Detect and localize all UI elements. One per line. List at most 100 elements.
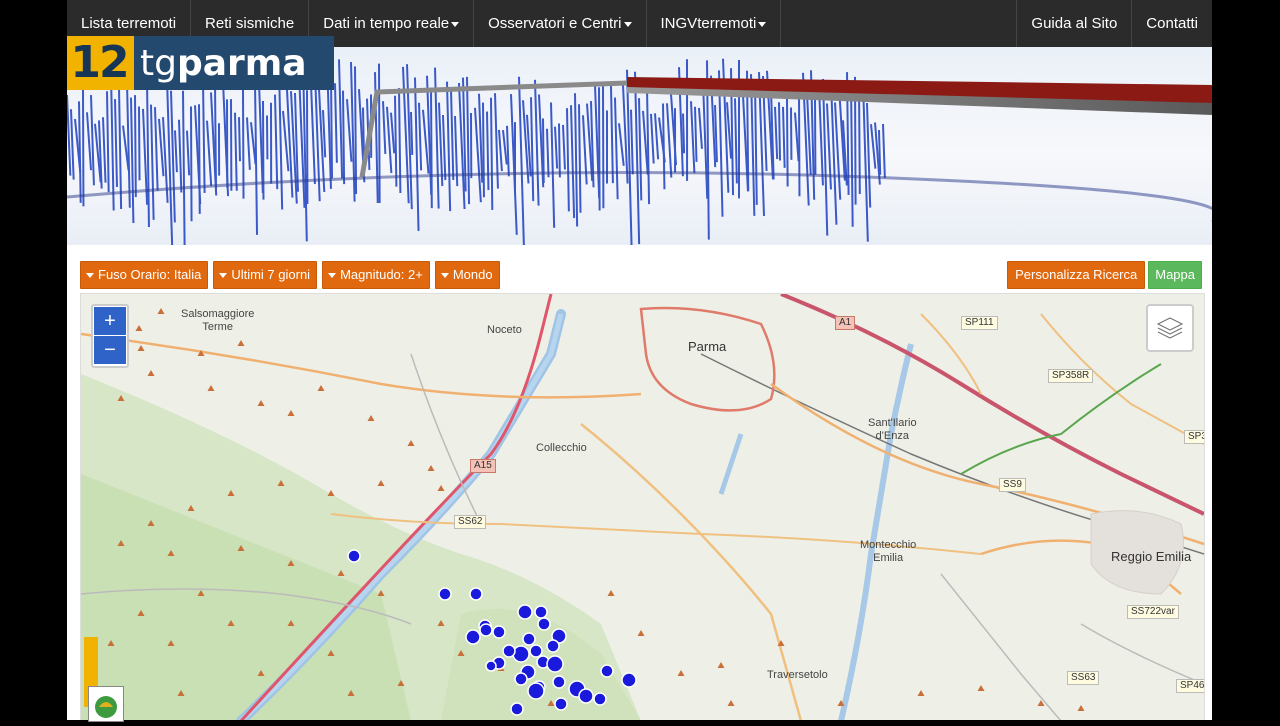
wave-stroke bbox=[419, 103, 421, 171]
wave-stroke bbox=[331, 75, 332, 178]
caret-down-icon bbox=[441, 273, 449, 278]
zoom-in-button[interactable]: + bbox=[94, 307, 126, 335]
wave-stroke bbox=[627, 70, 632, 245]
wave-stroke bbox=[879, 130, 880, 175]
earthquake-marker[interactable] bbox=[439, 588, 451, 600]
wave-stroke bbox=[579, 104, 581, 213]
zoom-out-button[interactable]: − bbox=[94, 336, 126, 364]
mountain-peak-icon bbox=[438, 485, 445, 491]
earthquake-marker[interactable] bbox=[511, 703, 523, 715]
earthquake-marker[interactable] bbox=[503, 645, 515, 657]
nav-label: Dati in tempo reale bbox=[323, 15, 449, 32]
mountain-peak-icon bbox=[678, 670, 685, 676]
road-a15: A15 bbox=[470, 459, 496, 473]
nav-label: Lista terremoti bbox=[81, 15, 176, 32]
earthquake-marker[interactable] bbox=[622, 673, 636, 687]
mountain-peak-icon bbox=[258, 400, 265, 406]
wave-stroke bbox=[779, 102, 780, 160]
earthquake-marker[interactable] bbox=[601, 665, 613, 677]
wave-stroke bbox=[483, 103, 484, 198]
nav-osservatori-centri[interactable]: Osservatori e Centri bbox=[474, 0, 646, 47]
wave-stroke bbox=[503, 130, 507, 164]
nav-label: INGVterremoti bbox=[661, 15, 757, 32]
earthquake-marker[interactable] bbox=[547, 640, 559, 652]
nav-guida-sito[interactable]: Guida al Sito bbox=[1016, 0, 1131, 47]
wave-stroke bbox=[111, 74, 114, 210]
wave-stroke bbox=[151, 105, 154, 220]
mountain-peak-icon bbox=[368, 415, 375, 421]
wave-stroke bbox=[695, 107, 697, 162]
wave-stroke bbox=[175, 130, 177, 172]
wave-stroke bbox=[735, 98, 737, 183]
wave-stroke bbox=[619, 123, 624, 165]
place-salsomaggiore: Salsomaggiore Terme bbox=[181, 308, 254, 334]
earthquake-marker[interactable] bbox=[486, 661, 496, 671]
earthquake-marker[interactable] bbox=[466, 630, 480, 644]
filter-bar: Fuso Orario: Italia Ultimi 7 giorni Magn… bbox=[80, 261, 500, 289]
road-ss722var: SS722var bbox=[1127, 605, 1179, 619]
wave-stroke bbox=[351, 62, 355, 202]
road-label: SP111 bbox=[965, 317, 994, 328]
wave-stroke bbox=[247, 117, 250, 169]
earthquake-marker[interactable] bbox=[594, 693, 606, 705]
earthquake-marker[interactable] bbox=[348, 550, 360, 562]
mountain-peak-icon bbox=[136, 325, 143, 331]
wave-stroke bbox=[507, 126, 509, 177]
timezone-dropdown[interactable]: Fuso Orario: Italia bbox=[80, 261, 208, 289]
nav-contatti[interactable]: Contatti bbox=[1131, 0, 1212, 47]
earthquake-marker[interactable] bbox=[528, 683, 544, 699]
mountain-peak-icon bbox=[318, 385, 325, 391]
mountain-peak-icon bbox=[718, 662, 725, 668]
wave-stroke bbox=[343, 91, 344, 184]
wave-stroke bbox=[411, 112, 412, 155]
earthquake-marker[interactable] bbox=[518, 605, 532, 619]
place-label: Noceto bbox=[487, 324, 522, 336]
logo-text-light: tg bbox=[140, 43, 177, 84]
zoom-in-icon: + bbox=[104, 310, 116, 332]
earthquake-marker[interactable] bbox=[493, 626, 505, 638]
road-sp3: SP3 bbox=[1184, 430, 1205, 444]
customize-search-button[interactable]: Personalizza Ricerca bbox=[1007, 261, 1145, 289]
earthquake-marker[interactable] bbox=[470, 588, 482, 600]
wave-stroke bbox=[563, 125, 565, 170]
wave-stroke bbox=[347, 99, 351, 162]
road-label: SP3 bbox=[1188, 431, 1205, 442]
layers-control-button[interactable] bbox=[1146, 304, 1194, 352]
road-sp111: SP111 bbox=[961, 316, 998, 330]
wave-stroke bbox=[631, 110, 633, 175]
wave-stroke bbox=[391, 113, 394, 154]
earthquake-marker[interactable] bbox=[513, 646, 529, 662]
wave-stroke bbox=[115, 99, 117, 187]
earthquake-marker[interactable] bbox=[553, 676, 565, 688]
nav-ingvterremoti[interactable]: INGVterremoti bbox=[647, 0, 782, 47]
mountain-peak-icon bbox=[1078, 705, 1085, 711]
wave-stroke bbox=[551, 102, 554, 227]
wave-stroke bbox=[635, 72, 639, 244]
magnitude-dropdown[interactable]: Magnitudo: 2+ bbox=[322, 261, 430, 289]
zoom-out-icon: − bbox=[104, 339, 116, 361]
area-dropdown[interactable]: Mondo bbox=[435, 261, 500, 289]
mountain-peak-icon bbox=[978, 685, 985, 691]
wave-stroke bbox=[91, 95, 94, 185]
earthquake-marker[interactable] bbox=[523, 633, 535, 645]
earthquake-marker[interactable] bbox=[515, 673, 527, 685]
earthquake-marker[interactable] bbox=[579, 689, 593, 703]
wave-stroke bbox=[599, 87, 600, 210]
mountain-peak-icon bbox=[208, 385, 215, 391]
wave-stroke bbox=[431, 88, 432, 209]
earthquake-map[interactable]: Salsomaggiore Terme Noceto Parma Collecc… bbox=[80, 293, 1205, 720]
earthquake-marker[interactable] bbox=[480, 624, 492, 636]
wave-stroke bbox=[655, 113, 658, 159]
earthquake-marker[interactable] bbox=[555, 698, 567, 710]
nav-label: Guida al Sito bbox=[1031, 15, 1117, 32]
wave-stroke bbox=[559, 123, 560, 177]
wave-stroke bbox=[235, 113, 237, 191]
layers-icon bbox=[1148, 306, 1192, 350]
earthquake-marker[interactable] bbox=[535, 606, 547, 618]
period-dropdown[interactable]: Ultimi 7 giorni bbox=[213, 261, 317, 289]
earthquake-marker[interactable] bbox=[530, 645, 542, 657]
earthquake-marker[interactable] bbox=[538, 618, 550, 630]
road-ss62: SS62 bbox=[454, 515, 486, 529]
earthquake-marker[interactable] bbox=[547, 656, 563, 672]
map-view-button[interactable]: Mappa bbox=[1148, 261, 1202, 289]
